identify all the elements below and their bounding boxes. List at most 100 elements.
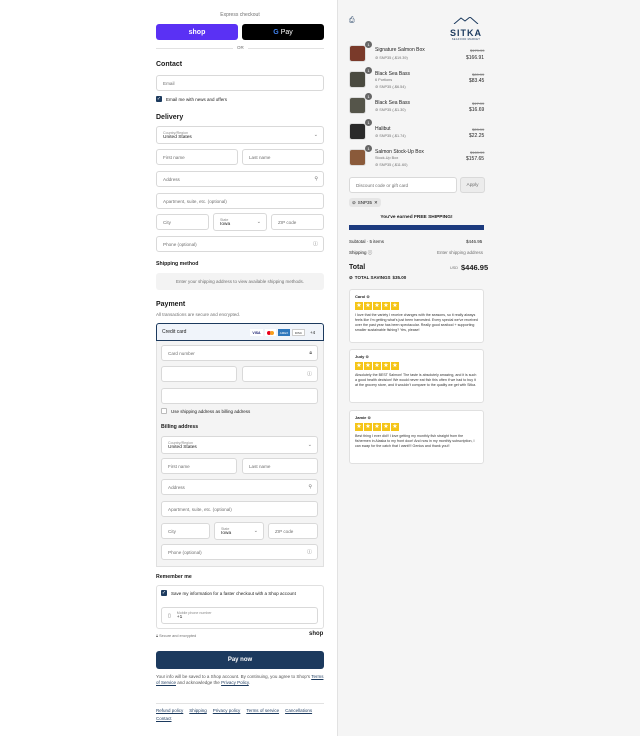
item-name: Halibut	[375, 126, 391, 132]
shipping-method-heading: Shipping method	[156, 261, 199, 267]
apartment-field[interactable]: Apartment, suite, etc. (optional)	[156, 193, 324, 209]
cancellations-link[interactable]: Cancellations	[285, 708, 312, 713]
address-field[interactable]: Address ⚲	[156, 171, 324, 187]
help-icon[interactable]: ⓘ	[313, 241, 318, 248]
star-icon: ★	[355, 362, 363, 370]
address-placeholder: Address	[163, 176, 180, 182]
pay-now-button[interactable]: Pay now	[156, 651, 324, 669]
star-icon: ★	[364, 423, 372, 431]
review-text: Absolutely the BEST Salmon! The taste is…	[355, 373, 477, 387]
card-number-field[interactable]: Card number 🔒︎	[161, 345, 318, 361]
legal-intro: Your info will be saved to a Shop accoun…	[156, 674, 311, 679]
google-g-icon: G	[273, 28, 279, 36]
item-image	[349, 149, 366, 166]
close-icon[interactable]: ✕	[374, 200, 378, 206]
first-name-field[interactable]: First name	[156, 149, 238, 165]
lock-icon: 🔒︎	[309, 350, 312, 356]
billing-phone-field[interactable]: Phone (optional) ⓘ	[161, 544, 318, 560]
last-name-field[interactable]: Last name	[242, 149, 324, 165]
chevron-down-icon: ⌄	[256, 219, 261, 225]
billing-zip-field[interactable]: ZIP code	[268, 523, 318, 539]
help-icon[interactable]: ⓘ	[307, 549, 312, 556]
secure-label: 🔒︎ Secure and encrypted	[156, 634, 196, 638]
privacy-link[interactable]: Privacy Policy	[221, 680, 249, 685]
news-checkbox[interactable]: ✓	[156, 96, 162, 102]
google-pay-label: Pay	[280, 28, 293, 36]
phone-placeholder: Phone (optional)	[163, 241, 197, 247]
city-placeholder: City	[163, 219, 171, 225]
phone-field[interactable]: Phone (optional) ⓘ	[156, 236, 324, 252]
star-icon: ★	[382, 362, 390, 370]
zip-placeholder: ZIP code	[278, 219, 297, 225]
tag-icon: ⊘	[352, 199, 356, 205]
country-select[interactable]: Country/Region United States ⌄	[156, 126, 324, 144]
legal-and: and acknowledge the	[177, 680, 220, 685]
item-discount-text: SNP35 (-$1.30)	[379, 108, 406, 112]
more-cards-label: +4	[310, 330, 316, 335]
verified-icon: ⊚	[367, 415, 371, 420]
item-name: Black Sea Bass	[375, 71, 411, 77]
name-on-card-field[interactable]	[161, 388, 318, 404]
billing-first-name-field[interactable]: First name	[161, 458, 237, 474]
chevron-down-icon: ⌄	[253, 528, 258, 534]
security-code-field[interactable]: ⓘ	[242, 366, 318, 382]
secure-text: Secure and encrypted	[159, 634, 197, 638]
reviewer-name: Carol	[355, 294, 366, 299]
state-select[interactable]: State Iowa ⌄	[213, 213, 267, 231]
billing-last-name-field[interactable]: Last name	[242, 458, 318, 474]
use-shipping-label: Use shipping address as billing address	[171, 409, 251, 414]
reviewer: Carol ⊚	[355, 294, 478, 299]
card-number-placeholder: Card number	[168, 350, 195, 356]
billing-country-value: United States	[168, 444, 197, 450]
shipping-label-text: Shipping	[349, 250, 367, 255]
item-discount: ⊘ SNP35 (-$6.54)	[375, 84, 406, 89]
credit-card-option[interactable]: Credit card VISA AMEX DISC +4	[156, 323, 324, 341]
footer-links: Refund policy Shipping Privacy policy Te…	[156, 708, 312, 713]
billing-country-select[interactable]: Country/Region United States ⌄	[161, 436, 318, 454]
zip-field[interactable]: ZIP code	[271, 214, 324, 230]
legal-end: .	[248, 680, 251, 685]
google-pay-button[interactable]: G Pay	[242, 24, 324, 40]
state-value: Iowa	[220, 221, 231, 227]
billing-apartment-field[interactable]: Apartment, suite, etc. (optional)	[161, 501, 318, 517]
shop-logo: shop	[309, 631, 324, 637]
quantity-badge: 1	[365, 119, 372, 126]
contact-link[interactable]: Contact	[156, 716, 172, 721]
shop-pay-button[interactable]: shop	[156, 24, 238, 40]
item-original-price: $179.99	[470, 48, 485, 53]
applied-code: SNP35	[357, 200, 373, 205]
amex-icon: AMEX	[278, 329, 290, 336]
currency-label: USD	[450, 266, 459, 270]
shipping-link[interactable]: Shipping	[189, 708, 207, 713]
email-field[interactable]: Email	[156, 75, 324, 91]
checkout-form-column: Express checkout shop G Pay OR Contact Em…	[0, 0, 337, 736]
brand-logo[interactable]: SITKA SEAFOOD MARKET	[446, 11, 486, 41]
review-text: I love that the variety I receive change…	[355, 313, 478, 332]
refund-policy-link[interactable]: Refund policy	[156, 708, 183, 713]
billing-city-field[interactable]: City	[161, 523, 210, 539]
help-icon[interactable]: ⓘ	[307, 371, 312, 378]
apply-label: Apply	[466, 182, 479, 188]
mobile-phone-field[interactable]: ▯ Mobile phone number +1	[161, 607, 318, 624]
news-label: Email me with news and offers	[166, 97, 227, 102]
expiration-field[interactable]	[161, 366, 237, 382]
privacy-policy-link[interactable]: Privacy policy	[213, 708, 241, 713]
billing-state-select[interactable]: State Iowa ⌄	[214, 522, 264, 540]
save-info-checkbox[interactable]: ✓	[161, 590, 167, 596]
help-icon[interactable]: ⓘ	[368, 250, 373, 255]
visa-icon: VISA	[250, 329, 263, 336]
apply-button[interactable]: Apply	[460, 177, 485, 193]
mountain-icon	[453, 16, 479, 25]
shopping-bag-icon[interactable]: ⎙	[349, 17, 355, 25]
star-icon: ★	[355, 302, 363, 310]
star-icon: ★	[391, 362, 399, 370]
rating-stars: ★ ★ ★ ★ ★	[355, 302, 478, 310]
item-discount-text: SNP35 (-$11.60)	[379, 163, 408, 167]
discount-code-field[interactable]: Discount code or gift card	[349, 177, 457, 193]
quantity-badge: 1	[365, 41, 372, 48]
save-info-label: Save my information for a faster checkou…	[171, 591, 296, 596]
terms-of-service-link[interactable]: Terms of service	[246, 708, 279, 713]
use-shipping-checkbox[interactable]	[161, 408, 167, 414]
billing-address-field[interactable]: Address ⚲	[161, 479, 318, 495]
city-field[interactable]: City	[156, 214, 209, 230]
